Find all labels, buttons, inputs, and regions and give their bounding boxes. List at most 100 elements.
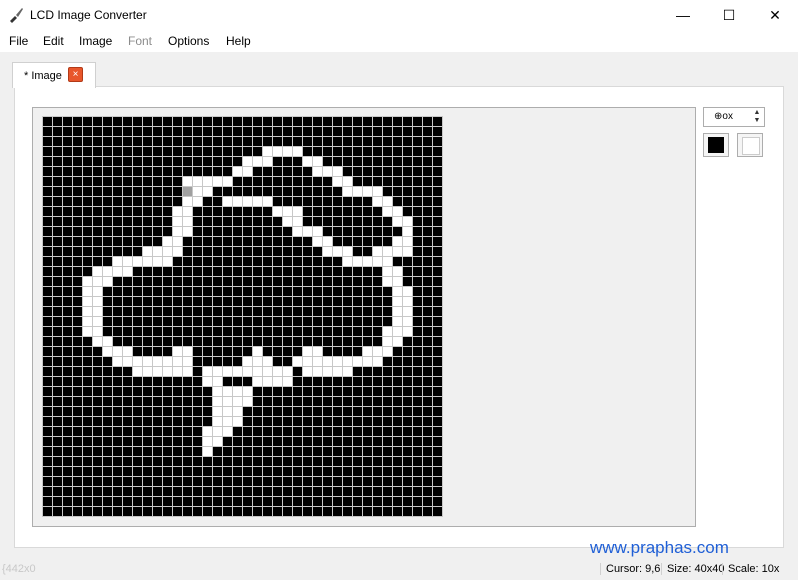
pixel-cell[interactable] [63,187,72,196]
pixel-cell[interactable] [283,467,292,476]
pixel-cell[interactable] [153,197,162,206]
pixel-cell[interactable] [333,157,342,166]
pixel-cell[interactable] [243,337,252,346]
pixel-cell[interactable] [173,117,182,126]
spin-arrows-icon[interactable]: ▲ ▼ [751,109,763,125]
pixel-cell[interactable] [183,427,192,436]
pixel-cell[interactable] [363,497,372,506]
pixel-cell[interactable] [403,207,412,216]
pixel-cell[interactable] [263,357,272,366]
pixel-cell[interactable] [273,137,282,146]
pixel-cell[interactable] [393,117,402,126]
pixel-cell[interactable] [83,347,92,356]
pixel-cell[interactable] [233,117,242,126]
pixel-cell[interactable] [393,507,402,516]
pixel-cell[interactable] [123,437,132,446]
pixel-cell[interactable] [63,207,72,216]
pixel-cell[interactable] [153,207,162,216]
pixel-cell[interactable] [313,487,322,496]
pixel-cell[interactable] [423,377,432,386]
pixel-cell[interactable] [83,477,92,486]
pixel-cell[interactable] [153,187,162,196]
pixel-cell[interactable] [373,457,382,466]
pixel-cell[interactable] [93,207,102,216]
pixel-cell[interactable] [383,457,392,466]
pixel-cell[interactable] [403,157,412,166]
pixel-cell[interactable] [113,117,122,126]
pixel-cell[interactable] [133,257,142,266]
pixel-cell[interactable] [63,437,72,446]
pixel-cell[interactable] [103,367,112,376]
pixel-cell[interactable] [223,217,232,226]
pixel-cell[interactable] [113,437,122,446]
pixel-cell[interactable] [53,207,62,216]
pixel-cell[interactable] [383,367,392,376]
pixel-cell[interactable] [423,207,432,216]
pixel-cell[interactable] [113,427,122,436]
pixel-cell[interactable] [373,437,382,446]
pixel-cell[interactable] [193,217,202,226]
pixel-cell[interactable] [83,437,92,446]
pixel-cell[interactable] [393,287,402,296]
pixel-cell[interactable] [353,207,362,216]
pixel-cell[interactable] [403,217,412,226]
pixel-cell[interactable] [163,257,172,266]
pixel-cell[interactable] [233,437,242,446]
pixel-cell[interactable] [273,297,282,306]
pixel-cell[interactable] [323,367,332,376]
pixel-cell[interactable] [333,247,342,256]
pixel-cell[interactable] [173,127,182,136]
pixel-cell[interactable] [303,407,312,416]
pixel-cell[interactable] [383,177,392,186]
pixel-cell[interactable] [383,407,392,416]
pixel-cell[interactable] [43,277,52,286]
pixel-cell[interactable] [433,337,442,346]
pixel-cell[interactable] [393,337,402,346]
pixel-cell[interactable] [193,337,202,346]
pixel-cell[interactable] [43,467,52,476]
pixel-cell[interactable] [93,427,102,436]
pixel-cell[interactable] [343,477,352,486]
pixel-cell[interactable] [93,127,102,136]
pixel-cell[interactable] [373,227,382,236]
pixel-cell[interactable] [323,307,332,316]
pixel-cell[interactable] [183,377,192,386]
pixel-cell[interactable] [373,357,382,366]
pixel-cell[interactable] [73,377,82,386]
pixel-cell[interactable] [293,497,302,506]
pixel-cell[interactable] [373,157,382,166]
pixel-cell[interactable] [233,227,242,236]
pixel-cell[interactable] [213,277,222,286]
pixel-cell[interactable] [433,417,442,426]
menu-help[interactable]: Help [226,34,251,48]
pixel-cell[interactable] [423,217,432,226]
pixel-cell[interactable] [253,167,262,176]
pixel-cell[interactable] [53,397,62,406]
pixel-cell[interactable] [403,247,412,256]
pixel-cell[interactable] [313,417,322,426]
pixel-cell[interactable] [133,487,142,496]
pixel-cell[interactable] [133,157,142,166]
pixel-cell[interactable] [243,487,252,496]
pixel-cell[interactable] [133,117,142,126]
pixel-cell[interactable] [133,457,142,466]
pixel-cell[interactable] [263,237,272,246]
pixel-cell[interactable] [63,267,72,276]
pixel-cell[interactable] [373,327,382,336]
pixel-cell[interactable] [303,237,312,246]
pixel-cell[interactable] [363,187,372,196]
pixel-cell[interactable] [273,307,282,316]
pixel-cell[interactable] [73,347,82,356]
pixel-cell[interactable] [73,157,82,166]
pixel-cell[interactable] [263,457,272,466]
pixel-cell[interactable] [243,177,252,186]
pixel-cell[interactable] [183,437,192,446]
pixel-cell[interactable] [133,217,142,226]
pixel-cell[interactable] [63,417,72,426]
pixel-cell[interactable] [293,157,302,166]
pixel-cell[interactable] [363,407,372,416]
pixel-cell[interactable] [53,277,62,286]
pixel-cell[interactable] [253,367,262,376]
pixel-cell[interactable] [353,147,362,156]
pixel-cell[interactable] [363,367,372,376]
